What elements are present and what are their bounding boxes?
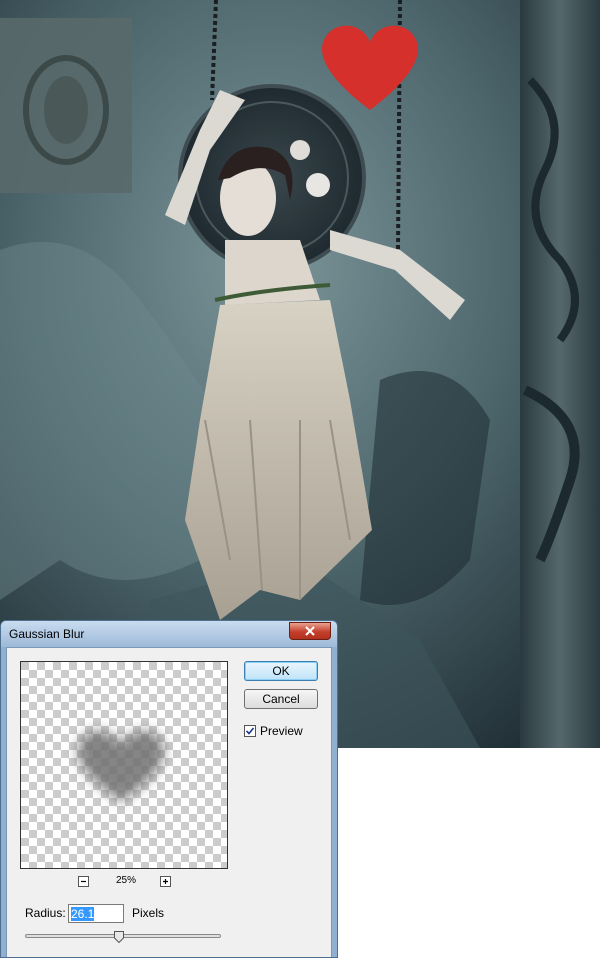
preview-checkbox[interactable] xyxy=(244,725,256,737)
radius-units-label: Pixels xyxy=(132,906,165,920)
radius-label: Radius: xyxy=(25,906,66,920)
gaussian-blur-dialog: Gaussian Blur 25% OK Cancel Preview Radi… xyxy=(0,620,338,958)
dialog-titlebar[interactable]: Gaussian Blur xyxy=(1,621,337,647)
preview-image xyxy=(21,662,227,868)
zoom-in-button[interactable] xyxy=(160,876,171,887)
zoom-controls: 25% xyxy=(20,874,228,890)
cancel-button[interactable]: Cancel xyxy=(244,689,318,709)
preview-checkbox-row[interactable]: Preview xyxy=(244,724,324,740)
ok-button[interactable]: OK xyxy=(244,661,318,681)
dialog-title: Gaussian Blur xyxy=(9,627,85,641)
radius-slider-thumb[interactable] xyxy=(114,930,125,944)
preview-window[interactable] xyxy=(20,661,228,869)
preview-checkbox-label: Preview xyxy=(260,724,303,738)
dialog-content: 25% OK Cancel Preview Radius: Pixels xyxy=(6,647,332,957)
radius-input[interactable] xyxy=(68,904,124,923)
zoom-level: 25% xyxy=(115,875,136,886)
close-button[interactable] xyxy=(289,622,331,640)
zoom-out-button[interactable] xyxy=(78,876,89,887)
